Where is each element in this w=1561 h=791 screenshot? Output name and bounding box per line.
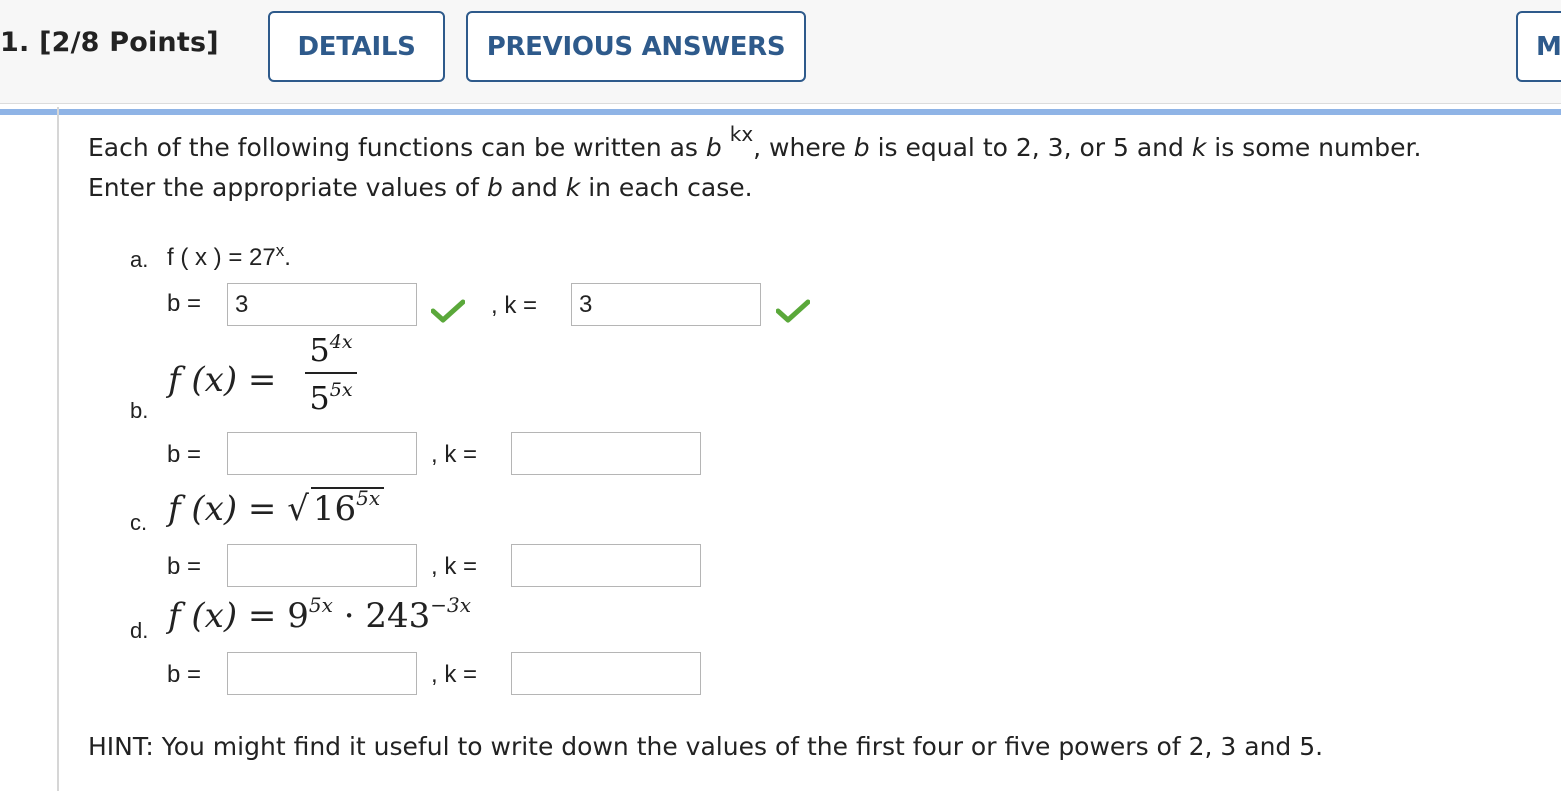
part-c-label: c. [130,510,148,535]
fraction-denominator: 55x [309,379,353,417]
question-prompt: Each of the following functions can be w… [88,122,1422,208]
part-a-function: f ( x ) = 27x. [167,241,291,271]
part-b-k-label: , k = [431,441,478,468]
sqrt-symbol: √ 165x [287,486,385,529]
part-b-b-label: b = [167,441,202,468]
question-points: 1. [2/8 Points] [0,27,219,58]
more-button[interactable]: M [1516,11,1561,82]
part-c-function: f (x) = √ 165x [168,486,385,529]
prompt-line-2: Enter the appropriate values of b and k … [88,173,753,202]
previous-answers-button[interactable]: PREVIOUS ANSWERS [466,11,806,82]
question-header: 1. [2/8 Points] DETAILS PREVIOUS ANSWERS… [0,0,1561,104]
part-a-b-input[interactable]: 3 [227,283,417,326]
part-b-k-input[interactable] [511,432,701,475]
part-a-b-label: b = [167,290,202,317]
part-a-k-input[interactable]: 3 [571,283,761,326]
left-rule [57,107,59,791]
part-d-b-input[interactable] [227,652,417,695]
part-d-k-input[interactable] [511,652,701,695]
part-a-k-label: , k = [491,292,538,319]
part-c-b-input[interactable] [227,544,417,587]
accent-bar [0,109,1561,115]
part-b-lhs: f (x) = [168,360,277,400]
part-d-k-label: , k = [431,661,478,688]
fraction-bar [305,372,357,374]
check-icon [776,299,810,323]
part-c-b-label: b = [167,553,202,580]
part-b-b-input[interactable] [227,432,417,475]
fraction-numerator: 54x [309,331,353,369]
part-a-label: a. [130,247,149,272]
part-d-b-label: b = [167,661,202,688]
part-b-label: b. [130,398,149,423]
question-number: 1. [0,27,30,58]
prompt-line-1: Each of the following functions can be w… [88,122,1422,162]
details-button[interactable]: DETAILS [268,11,445,82]
part-d-function: f (x) = 95x · 243−3x [168,593,471,636]
check-icon [431,299,465,323]
part-d-label: d. [130,618,149,643]
part-b-fraction: 54x 55x [305,330,357,418]
points-label: [2/8 Points] [39,27,219,58]
hint-text: HINT: You might find it useful to write … [88,732,1324,761]
part-c-k-label: , k = [431,553,478,580]
part-c-k-input[interactable] [511,544,701,587]
